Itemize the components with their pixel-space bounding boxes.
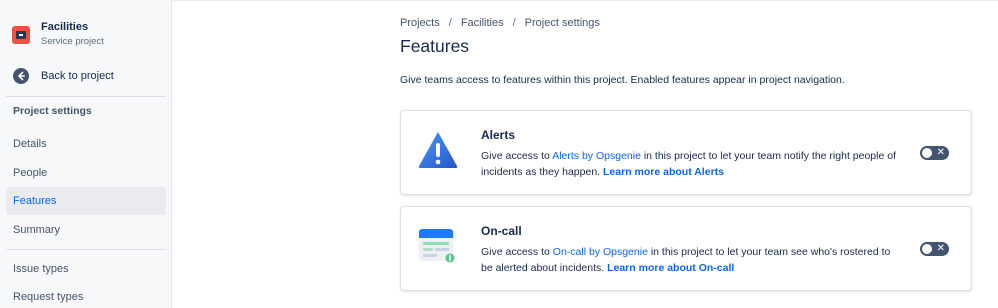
breadcrumb-facilities[interactable]: Facilities xyxy=(461,17,504,29)
toggle-knob xyxy=(922,244,932,254)
back-to-project-label: Back to project xyxy=(41,70,114,82)
breadcrumb: Projects / Facilities / Project settings xyxy=(400,17,600,29)
close-icon: ✕ xyxy=(936,147,945,158)
project-avatar-icon xyxy=(12,26,30,44)
breadcrumb-projects[interactable]: Projects xyxy=(400,17,440,29)
breadcrumb-separator: / xyxy=(512,17,516,29)
project-type: Service project xyxy=(41,36,104,47)
back-to-project-link[interactable]: Back to project xyxy=(13,68,114,84)
sidebar-item-features[interactable]: Features xyxy=(6,187,166,215)
top-border xyxy=(172,0,998,1)
feature-link[interactable]: On-call by Opsgenie xyxy=(553,246,648,258)
sidebar-divider xyxy=(6,96,166,97)
sidebar-item-summary[interactable]: Summary xyxy=(6,216,166,244)
breadcrumb-project-settings[interactable]: Project settings xyxy=(525,17,600,29)
project-header[interactable]: Facilities Service project xyxy=(12,20,104,48)
feature-description: Give access to On-call by Opsgenie in th… xyxy=(481,246,891,274)
feature-description: Give access to Alerts by Opsgenie in thi… xyxy=(481,150,896,178)
warning-triangle-icon xyxy=(417,129,459,171)
close-icon: ✕ xyxy=(936,243,945,254)
page-title: Features xyxy=(400,36,470,56)
page-description: Give teams access to features within thi… xyxy=(400,74,845,86)
feature-card-on-call: On-call Give access to On-call by Opsgen… xyxy=(400,206,972,291)
on-call-toggle[interactable]: ✕ xyxy=(920,242,949,256)
sidebar-divider xyxy=(6,249,166,250)
sidebar-item-request-types[interactable]: Request types xyxy=(6,283,166,308)
sidebar-item-issue-types[interactable]: Issue types xyxy=(6,255,166,283)
arrow-left-icon xyxy=(13,68,29,84)
feature-title: On-call xyxy=(481,224,522,238)
sidebar-item-people[interactable]: People xyxy=(6,159,166,187)
toggle-knob xyxy=(922,148,932,158)
feature-card-alerts: Alerts Give access to Alerts by Opsgenie… xyxy=(400,110,972,195)
learn-more-link[interactable]: Learn more about Alerts xyxy=(603,166,724,178)
learn-more-link[interactable]: Learn more about On-call xyxy=(607,262,734,274)
breadcrumb-separator: / xyxy=(448,17,452,29)
sidebar-item-details[interactable]: Details xyxy=(6,130,166,158)
alerts-toggle[interactable]: ✕ xyxy=(920,146,949,160)
feature-link[interactable]: Alerts by Opsgenie xyxy=(552,150,641,162)
sidebar: Facilities Service project Back to proje… xyxy=(0,0,172,308)
project-name: Facilities xyxy=(41,21,89,33)
feature-title: Alerts xyxy=(481,128,516,142)
calendar-icon xyxy=(417,225,459,267)
sidebar-section-title: Project settings xyxy=(13,105,92,117)
